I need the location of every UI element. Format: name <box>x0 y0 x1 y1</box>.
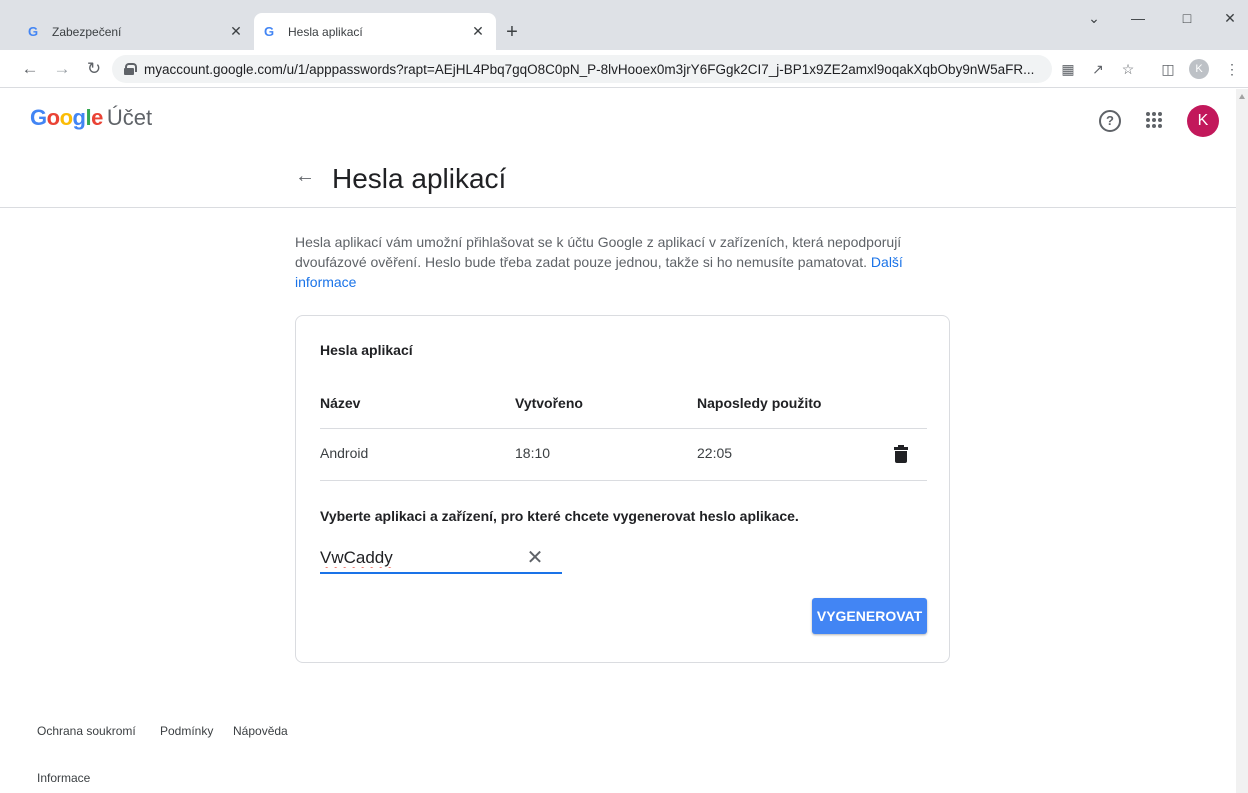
forward-nav-icon[interactable]: → <box>50 57 74 81</box>
footer-link-about[interactable]: Informace <box>37 771 90 785</box>
app-name-input[interactable] <box>320 544 520 572</box>
clear-input-icon[interactable]: ✕ <box>524 547 546 569</box>
google-favicon-icon: G <box>28 24 39 39</box>
table-divider <box>320 428 927 429</box>
browser-menu-icon[interactable]: ⋮ <box>1222 59 1242 79</box>
page-title: Hesla aplikací <box>332 163 507 194</box>
card-title: Hesla aplikací <box>320 342 413 358</box>
google-wordmark: Google <box>30 105 103 130</box>
tab-title: Zabezpečení <box>52 24 122 39</box>
column-header-last-used: Naposledy použito <box>697 395 822 411</box>
address-bar[interactable]: myaccount.google.com/u/1/apppasswords?ra… <box>112 55 1052 83</box>
column-header-created: Vytvořeno <box>515 395 583 411</box>
minimize-icon[interactable]: — <box>1124 10 1152 26</box>
footer-link-privacy[interactable]: Ochrana soukromí <box>37 724 136 738</box>
browser-profile-avatar[interactable]: K <box>1189 59 1209 79</box>
intro-paragraph: Hesla aplikací vám umožní přihlašovat se… <box>295 232 925 292</box>
app-name-cell: Android <box>320 445 369 461</box>
account-avatar[interactable]: K <box>1187 105 1219 137</box>
back-arrow-icon[interactable]: ← <box>293 165 317 188</box>
tab-title: Hesla aplikací <box>288 24 363 39</box>
tab-search-chevron-icon[interactable]: ⌄ <box>1080 10 1108 27</box>
new-tab-button[interactable]: + <box>500 20 524 44</box>
last-used-cell: 22:05 <box>697 445 733 461</box>
generate-button[interactable]: VYGENEROVAT <box>812 598 927 634</box>
close-tab-icon[interactable]: ✕ <box>470 23 486 40</box>
bookmark-star-icon[interactable]: ☆ <box>1118 59 1138 79</box>
reload-icon[interactable]: ↻ <box>82 57 106 81</box>
app-name-field[interactable]: ✕ <box>320 544 562 574</box>
google-apps-icon[interactable] <box>1146 112 1162 128</box>
table-divider <box>320 480 927 481</box>
lock-icon[interactable] <box>124 63 137 75</box>
translate-icon[interactable]: ▦ <box>1058 59 1078 79</box>
footer-link-help[interactable]: Nápověda <box>233 724 288 738</box>
close-tab-icon[interactable]: ✕ <box>228 23 244 40</box>
column-header-name: Název <box>320 395 361 411</box>
browser-toolbar: ← → ↻ myaccount.google.com/u/1/apppasswo… <box>0 50 1248 88</box>
created-cell: 18:10 <box>515 445 551 461</box>
google-account-logo[interactable]: Google Účet <box>30 105 152 131</box>
app-passwords-card: Hesla aplikací Název Vytvořeno Naposledy… <box>295 315 950 663</box>
tab-zabezpeceni[interactable]: G Zabezpečení ✕ <box>18 13 254 50</box>
window-close-icon[interactable]: ✕ <box>1216 10 1244 27</box>
url-text: myaccount.google.com/u/1/apppasswords?ra… <box>144 61 1035 77</box>
browser-tabstrip: G Zabezpečení ✕ G Hesla aplikací ✕ + ⌄ —… <box>0 0 1248 50</box>
maximize-icon[interactable]: □ <box>1173 10 1201 26</box>
scroll-up-icon[interactable] <box>1239 94 1245 99</box>
page-scrollbar[interactable] <box>1236 89 1248 793</box>
google-favicon-icon: G <box>264 24 275 39</box>
generate-instruction: Vyberte aplikaci a zařízení, pro které c… <box>320 508 799 524</box>
intro-text: Hesla aplikací vám umožní přihlašovat se… <box>295 234 902 270</box>
help-icon[interactable]: ? <box>1099 110 1121 132</box>
share-icon[interactable]: ↗ <box>1088 59 1108 79</box>
back-nav-icon[interactable]: ← <box>18 57 42 81</box>
product-name: Účet <box>106 105 153 130</box>
account-header: Google Účet ? K <box>0 89 1236 151</box>
tab-hesla-aplikaci[interactable]: G Hesla aplikací ✕ <box>254 13 496 50</box>
delete-trash-icon[interactable] <box>894 445 908 463</box>
footer-link-terms[interactable]: Podmínky <box>160 724 213 738</box>
side-panel-icon[interactable]: ◫ <box>1158 59 1178 79</box>
page-title-bar: ← Hesla aplikací <box>0 151 1236 208</box>
